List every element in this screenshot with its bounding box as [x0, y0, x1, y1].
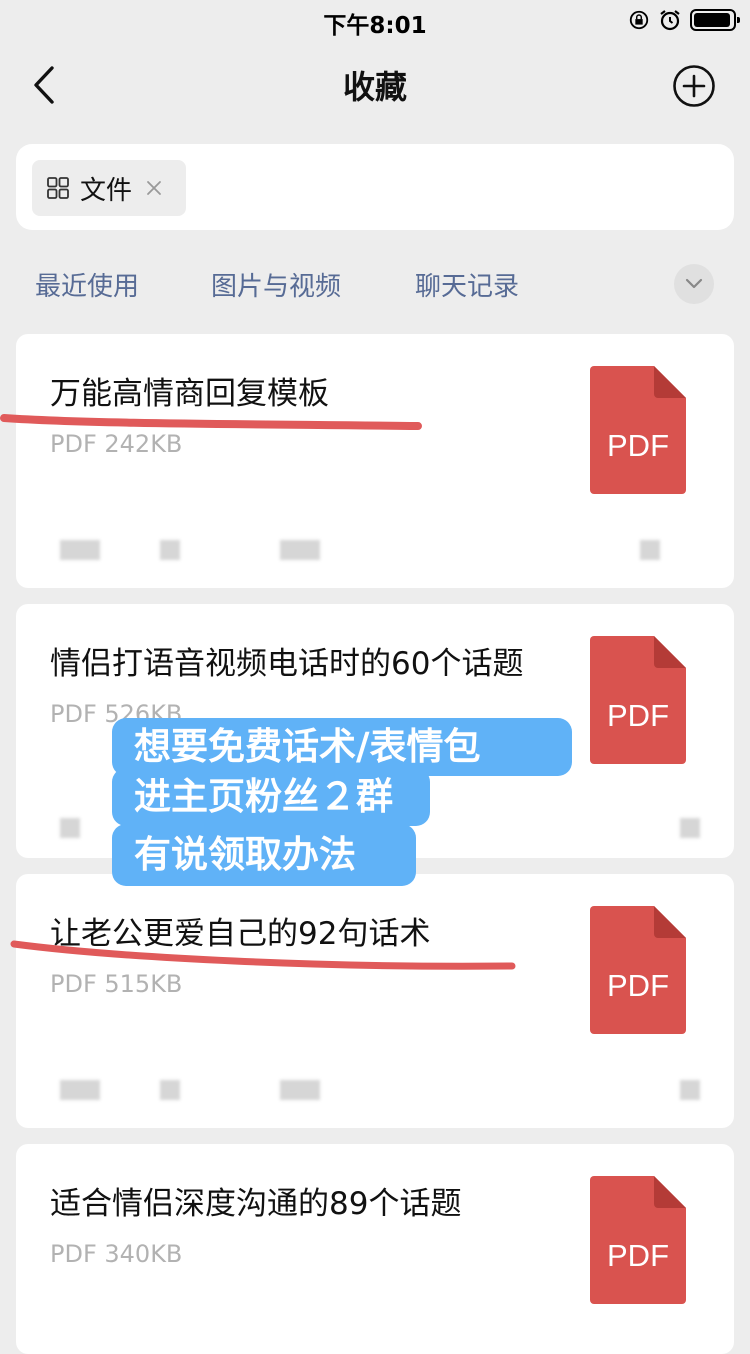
pdf-file-icon: PDF [590, 636, 686, 764]
tab-recent[interactable]: 最近使用 [35, 266, 139, 303]
close-icon[interactable] [146, 180, 162, 196]
tab-chat-history[interactable]: 聊天记录 [415, 266, 519, 303]
pdf-file-icon: PDF [590, 366, 686, 494]
grid-icon [47, 177, 69, 199]
file-title: 让老公更爱自己的92句话术 [50, 916, 431, 952]
card-footer-blurred [16, 1060, 734, 1128]
file-meta: PDF 340KB [50, 1240, 183, 1268]
page-title: 收藏 [342, 68, 407, 106]
svg-text:PDF: PDF [607, 968, 669, 1003]
card-footer-blurred [16, 520, 734, 588]
file-card[interactable]: 万能高情商回复模板 PDF 242KB PDF [16, 334, 734, 588]
search-box[interactable]: 文件 [16, 144, 734, 230]
svg-text:PDF: PDF [607, 1238, 669, 1273]
pdf-file-icon: PDF [590, 1176, 686, 1304]
file-meta: PDF 242KB [50, 430, 183, 458]
file-title: 适合情侣深度沟通的89个话题 [50, 1186, 462, 1222]
add-button[interactable] [672, 64, 716, 108]
file-meta: PDF 515KB [50, 970, 183, 998]
expand-categories-button[interactable] [674, 264, 714, 304]
file-card[interactable]: 让老公更爱自己的92句话术 PDF 515KB PDF [16, 874, 734, 1128]
chevron-down-icon [685, 278, 703, 289]
rotation-lock-icon [629, 10, 649, 30]
file-title: 情侣打语音视频电话时的60个话题 [50, 646, 524, 682]
status-bar: 下午8:01 [0, 0, 750, 40]
file-title: 万能高情商回复模板 [50, 376, 329, 412]
promo-line: 有说领取办法 [112, 824, 416, 886]
alarm-icon [660, 10, 680, 31]
tab-images-videos[interactable]: 图片与视频 [211, 266, 341, 303]
pdf-file-icon: PDF [590, 906, 686, 1034]
nav-bar: 收藏 [0, 40, 750, 130]
status-icons [628, 8, 740, 32]
promo-line: 进主页粉丝２群 [112, 768, 430, 826]
filter-chip-files[interactable]: 文件 [32, 160, 186, 216]
svg-text:PDF: PDF [607, 428, 669, 463]
file-card[interactable]: 适合情侣深度沟通的89个话题 PDF 340KB PDF [16, 1144, 734, 1354]
filter-chip-label: 文件 [80, 175, 133, 206]
battery-icon [690, 9, 740, 31]
category-tabs: 最近使用 图片与视频 聊天记录 [0, 250, 750, 314]
svg-text:PDF: PDF [607, 698, 669, 733]
